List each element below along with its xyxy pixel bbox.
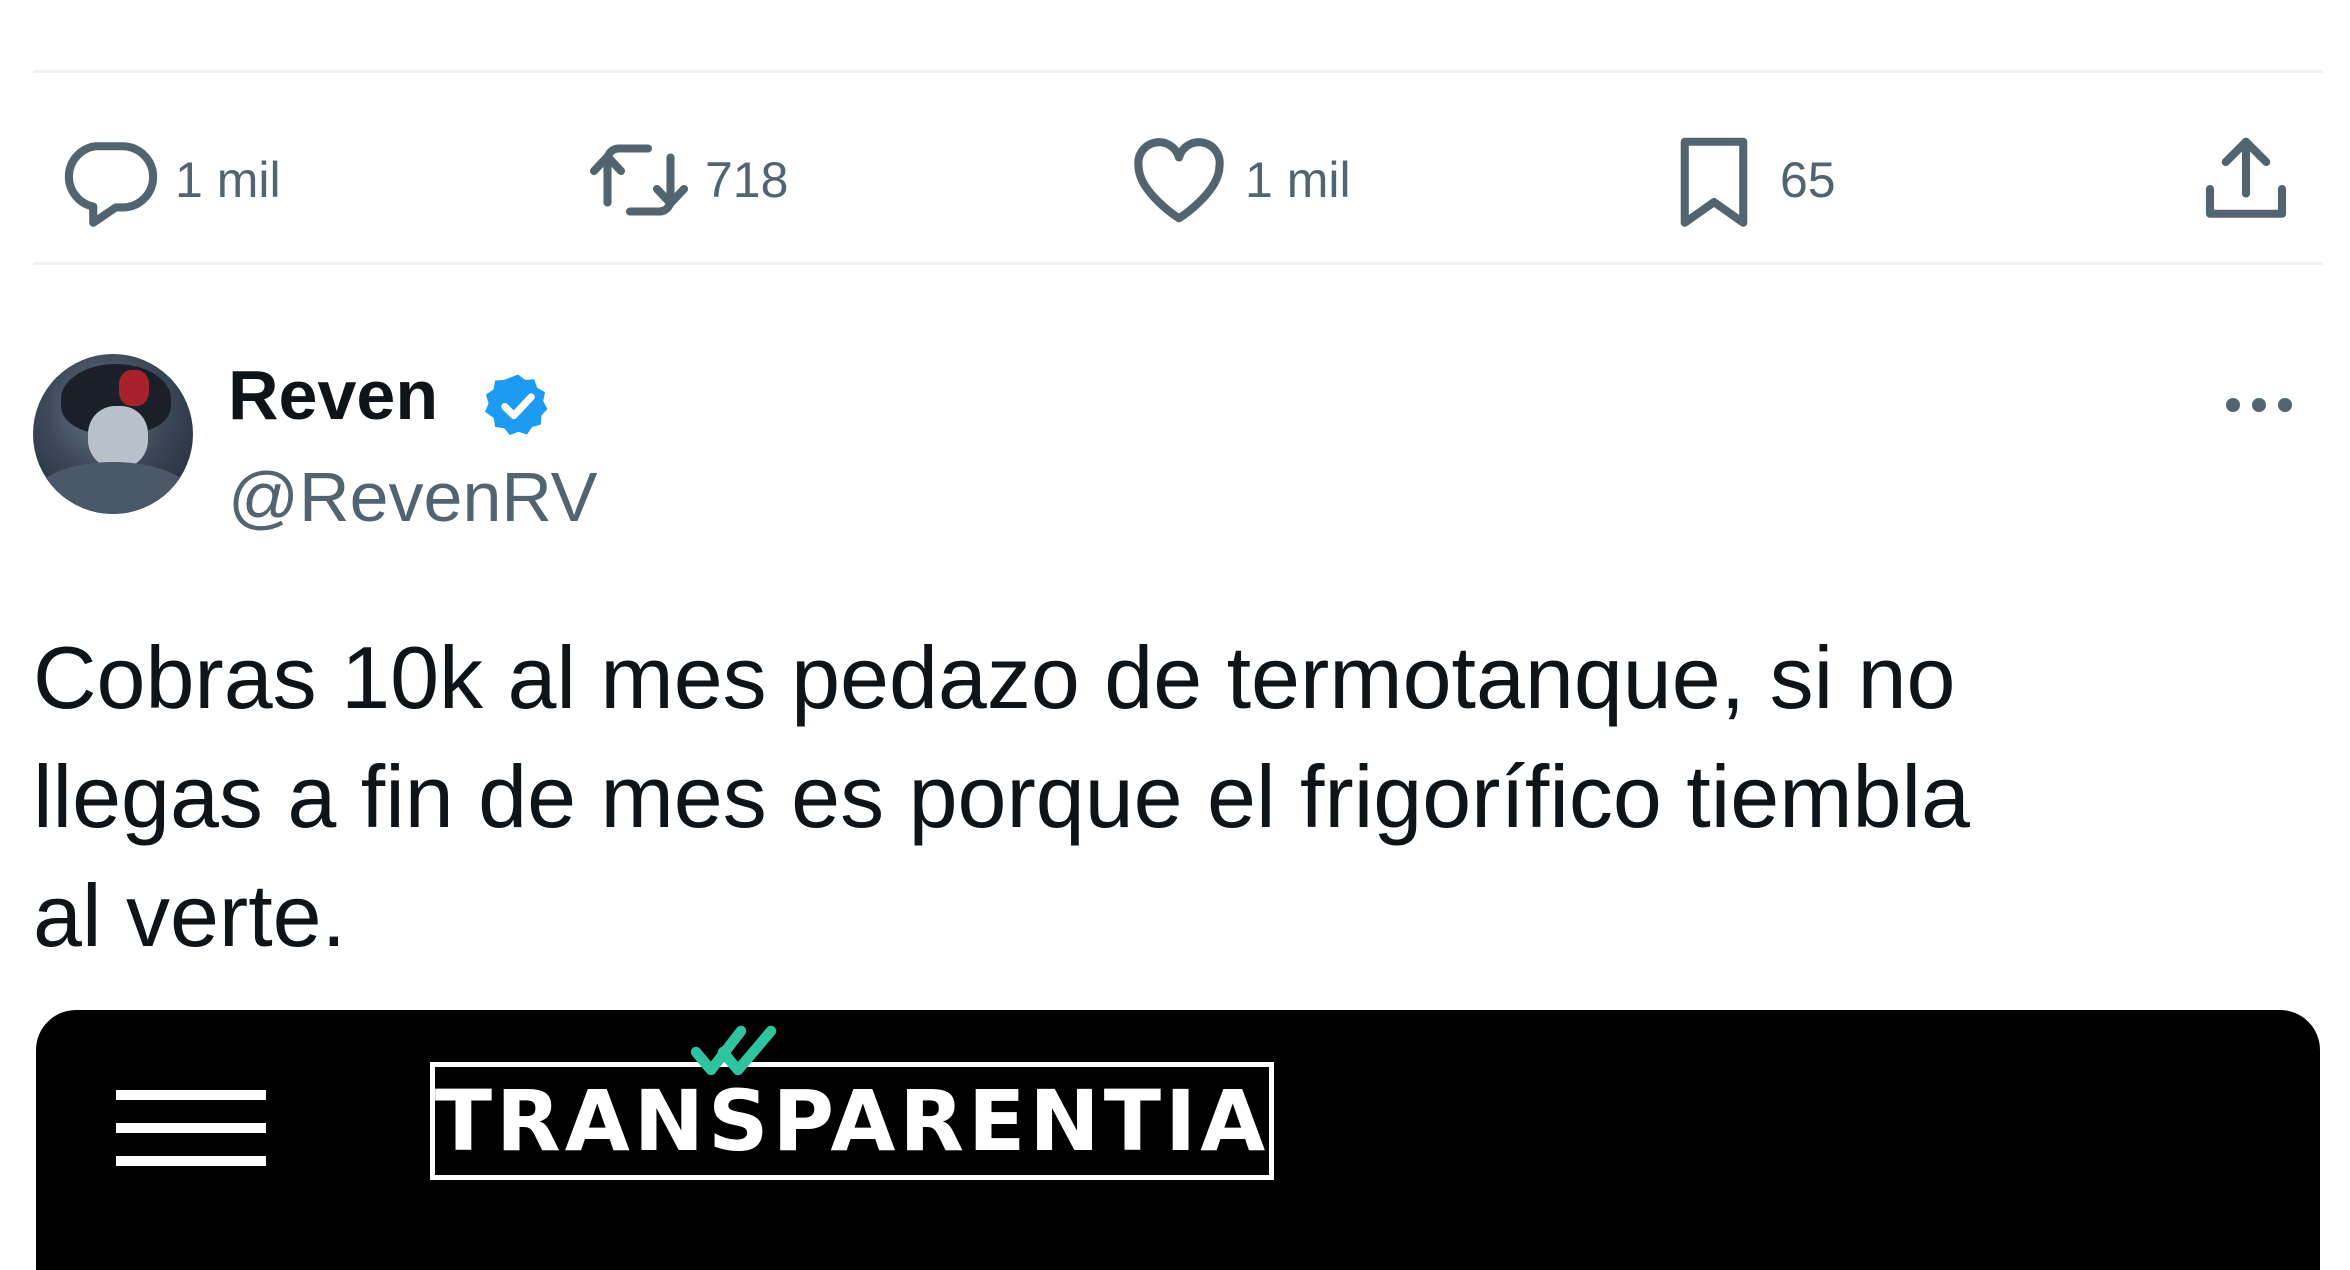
- tweet-text: Cobras 10k al mes pedazo de termotanque,…: [33, 628, 1970, 965]
- heart-icon: [1134, 138, 1224, 223]
- bookmark-button[interactable]: 65: [1660, 110, 1836, 250]
- burger-line: [116, 1123, 266, 1133]
- more-dot: [2226, 398, 2240, 412]
- retweet-button[interactable]: 718: [585, 110, 788, 250]
- avatar[interactable]: [33, 354, 193, 514]
- retweet-count: 718: [705, 152, 789, 208]
- bookmark-count: 65: [1780, 152, 1836, 208]
- more-options-icon[interactable]: [2226, 385, 2316, 425]
- more-dot: [2278, 398, 2292, 412]
- share-icon: [2205, 137, 2287, 218]
- bookmark-icon: [1680, 137, 1748, 227]
- logo-text: TRANSPARENTIA: [434, 1072, 1270, 1170]
- transparentia-logo: TRANSPARENTIA: [430, 1025, 1274, 1180]
- tweet-media-image[interactable]: TRANSPARENTIA: [36, 1010, 2320, 1270]
- top-divider: [33, 70, 2323, 73]
- tweet-action-bar: 1 mil 718 1 mil 65: [0, 110, 2350, 250]
- share-button[interactable]: [2192, 110, 2300, 250]
- reply-button[interactable]: 1 mil: [55, 110, 281, 250]
- more-dot: [2252, 398, 2266, 412]
- burger-line: [116, 1156, 266, 1166]
- reply-icon: [64, 142, 158, 227]
- user-handle[interactable]: @RevenRV: [228, 462, 597, 532]
- avatar-mark: [119, 370, 149, 406]
- action-bar-divider: [33, 262, 2323, 265]
- burger-line: [116, 1090, 266, 1100]
- reply-count: 1 mil: [175, 152, 281, 208]
- user-display-name[interactable]: Reven: [228, 360, 438, 430]
- double-check-icon: [690, 1025, 777, 1076]
- avatar-body: [33, 462, 193, 514]
- avatar-face: [88, 406, 148, 468]
- like-count: 1 mil: [1245, 152, 1351, 208]
- like-button[interactable]: 1 mil: [1125, 110, 1351, 250]
- retweet-icon: [589, 144, 689, 216]
- hamburger-menu-icon: [116, 1090, 266, 1166]
- verified-badge-icon: [485, 374, 548, 436]
